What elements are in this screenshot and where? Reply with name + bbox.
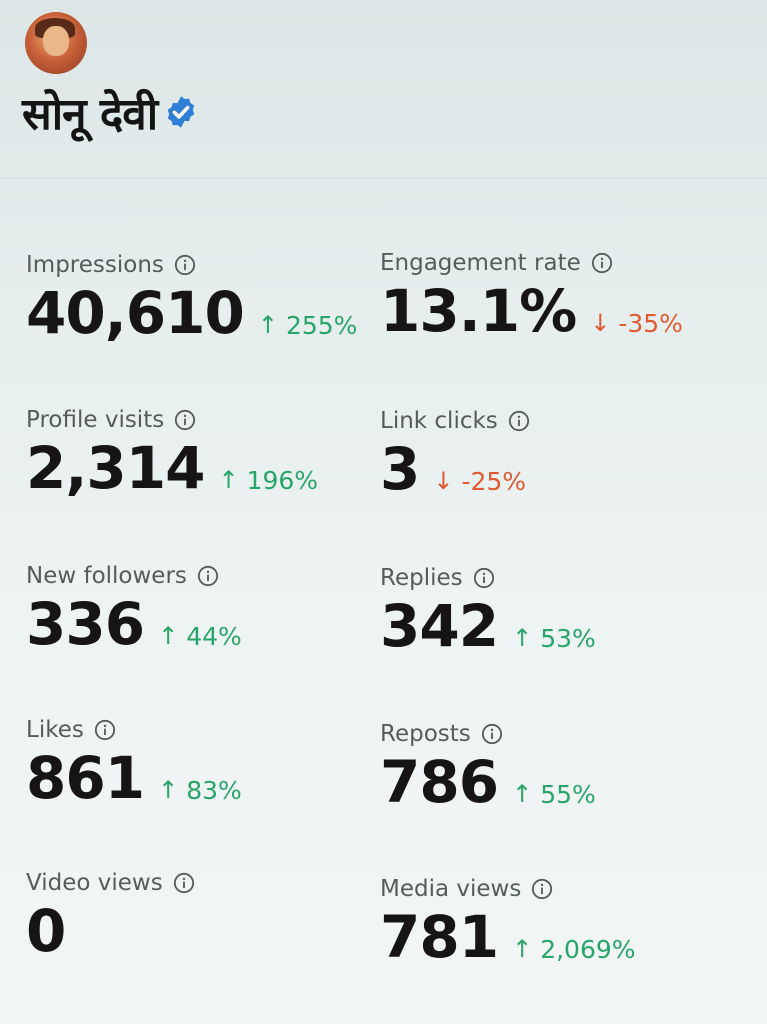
metric-value: 0 (26, 897, 66, 965)
metric-profile-visits[interactable]: Profile visits 2,314 ↑ 196% (26, 405, 318, 497)
metric-change-value: 2,069% (540, 934, 636, 964)
metric-label: Profile visits (26, 407, 165, 433)
metric-value: 40,610 (26, 279, 245, 347)
metric-value: 786 (380, 748, 499, 816)
metric-label: Impressions (26, 252, 164, 278)
metric-change-value: 53% (540, 623, 596, 653)
metric-value: 13.1% (380, 277, 577, 345)
info-icon[interactable] (473, 567, 495, 589)
metric-change: ↑ 83% (158, 778, 242, 803)
metric-change: ↑ 2,069% (512, 937, 635, 962)
metric-change: ↑ 44% (158, 624, 242, 649)
arrow-down-icon: ↓ (590, 309, 611, 337)
metric-change-value: 196% (246, 465, 319, 495)
metric-link-clicks[interactable]: Link clicks 3 ↓ -25% (380, 406, 530, 498)
metric-reposts[interactable]: Reposts 786 ↑ 55% (380, 719, 596, 811)
metrics-grid: Impressions 40,610 ↑ 255% Engagement rate… (0, 0, 767, 1024)
metric-label: Likes (26, 717, 84, 743)
info-icon[interactable] (174, 254, 196, 276)
metric-label: Link clicks (380, 408, 498, 434)
arrow-up-icon: ↑ (512, 935, 533, 963)
metric-change: ↑ 196% (218, 468, 318, 493)
metric-value: 861 (26, 744, 145, 812)
metric-label: Engagement rate (380, 250, 581, 276)
metric-change-value: 83% (186, 775, 242, 805)
info-icon[interactable] (531, 878, 553, 900)
info-icon[interactable] (174, 409, 196, 431)
metric-change: ↓ -35% (590, 311, 683, 336)
metric-likes[interactable]: Likes 861 ↑ 83% (26, 715, 242, 807)
metric-value: 781 (380, 903, 499, 971)
metric-change-value: 255% (285, 310, 358, 340)
info-icon[interactable] (481, 723, 503, 745)
metric-label: New followers (26, 563, 187, 589)
metric-change-value: -25% (461, 466, 527, 496)
arrow-up-icon: ↑ (158, 622, 179, 650)
metric-change-value: 44% (186, 621, 242, 651)
metric-label: Replies (380, 565, 463, 591)
metric-media-views[interactable]: Media views 781 ↑ 2,069% (380, 874, 636, 966)
metric-value: 342 (380, 592, 499, 660)
metric-impressions[interactable]: Impressions 40,610 ↑ 255% (26, 250, 357, 342)
metric-change: ↑ 55% (512, 782, 596, 807)
metric-new-followers[interactable]: New followers 336 ↑ 44% (26, 561, 242, 653)
info-icon[interactable] (94, 719, 116, 741)
metric-change-value: 55% (540, 779, 596, 809)
info-icon[interactable] (173, 872, 195, 894)
info-icon[interactable] (197, 565, 219, 587)
metric-change-value: -35% (618, 308, 683, 338)
metric-value: 336 (26, 590, 145, 658)
metric-video-views[interactable]: Video views 0 (26, 868, 195, 960)
arrow-down-icon: ↓ (433, 467, 454, 495)
arrow-up-icon: ↑ (512, 624, 533, 652)
metric-engagement-rate[interactable]: Engagement rate 13.1% ↓ -35% (380, 248, 683, 340)
info-icon[interactable] (508, 410, 530, 432)
metric-label: Video views (26, 870, 163, 896)
metric-change: ↑ 255% (258, 313, 358, 338)
metric-value: 3 (380, 435, 420, 503)
metric-value: 2,314 (26, 434, 205, 502)
info-icon[interactable] (591, 252, 613, 274)
metric-change: ↑ 53% (512, 626, 596, 651)
arrow-up-icon: ↑ (512, 780, 533, 808)
arrow-up-icon: ↑ (218, 466, 239, 494)
metric-replies[interactable]: Replies 342 ↑ 53% (380, 563, 596, 655)
arrow-up-icon: ↑ (257, 311, 278, 339)
arrow-up-icon: ↑ (158, 776, 179, 804)
metric-change: ↓ -25% (433, 469, 526, 494)
metric-label: Media views (380, 876, 522, 902)
metric-label: Reposts (380, 721, 471, 747)
